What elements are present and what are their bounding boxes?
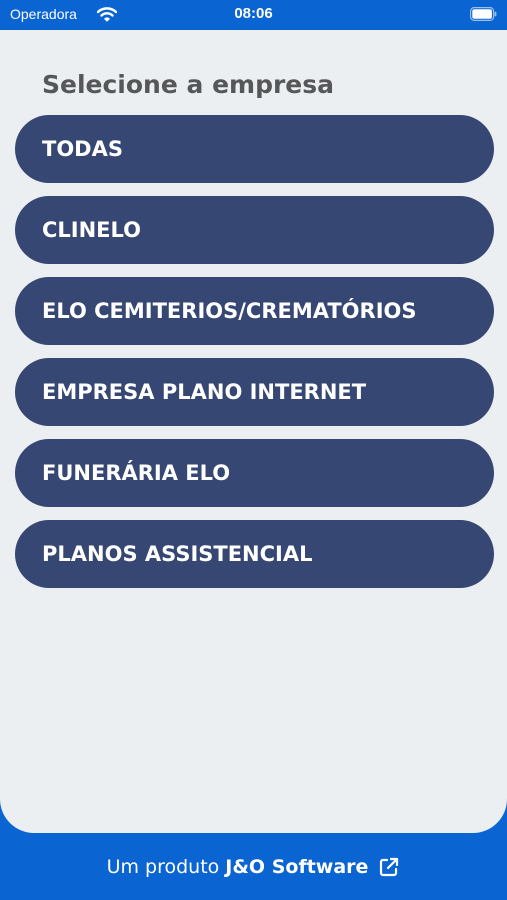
company-option-funeraria-elo[interactable]: FUNERÁRIA ELO [15, 439, 494, 507]
company-option-label: TODAS [42, 137, 123, 161]
company-selection-panel: Selecione a empresa TODAS CLINELO ELO CE… [0, 30, 507, 833]
footer-prefix-text: Um produto [106, 855, 220, 878]
battery-icon [470, 7, 497, 21]
footer-product-link[interactable]: Um produto J&O Software [0, 833, 507, 900]
clock: 08:06 [234, 5, 273, 22]
footer-brand-name: J&O Software [225, 855, 369, 878]
company-option-label: FUNERÁRIA ELO [42, 461, 231, 485]
external-link-icon [380, 857, 399, 876]
company-option-planos-assistencial[interactable]: PLANOS ASSISTENCIAL [15, 520, 494, 588]
company-option-elo-cemiterios[interactable]: ELO CEMITERIOS/CREMATÓRIOS [15, 277, 494, 345]
company-option-todas[interactable]: TODAS [15, 115, 494, 183]
company-option-label: PLANOS ASSISTENCIAL [42, 542, 313, 566]
company-option-label: ELO CEMITERIOS/CREMATÓRIOS [42, 299, 417, 323]
page-title: Selecione a empresa [42, 70, 335, 99]
company-option-label: EMPRESA PLANO INTERNET [42, 380, 367, 404]
status-bar: Operadora 08:06 [0, 0, 507, 30]
company-option-label: CLINELO [42, 218, 142, 242]
company-option-empresa-plano-internet[interactable]: EMPRESA PLANO INTERNET [15, 358, 494, 426]
company-option-clinelo[interactable]: CLINELO [15, 196, 494, 264]
